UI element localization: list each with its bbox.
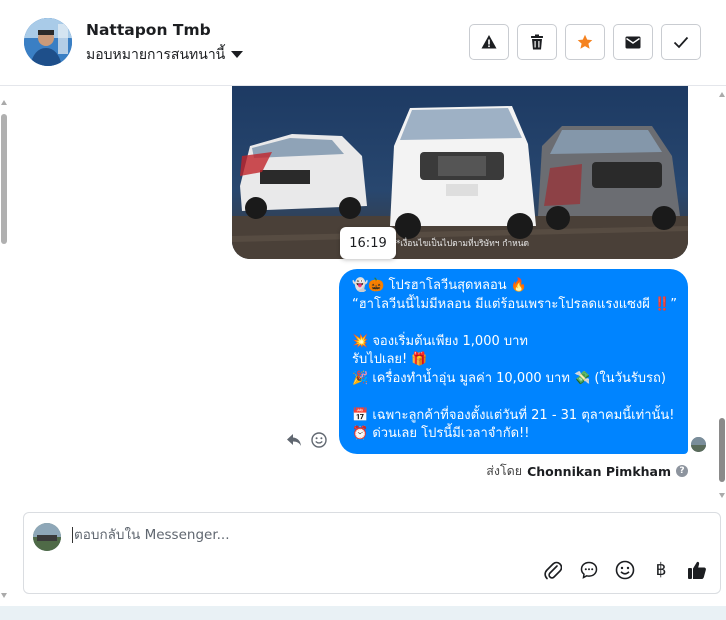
bottom-status-strip: [0, 606, 726, 620]
message-line: 💥 จองเริ่มต้นเพียง 1,000 บาท: [352, 333, 528, 349]
composer-tools: ฿: [542, 559, 708, 581]
sent-by-line: ส่งโดย Chonnikan Pimkham ?: [486, 461, 688, 481]
scrollbar-thumb[interactable]: [1, 114, 7, 244]
page-avatar: [33, 523, 61, 551]
contact-avatar[interactable]: [24, 18, 72, 66]
message-line: 📅 เฉพาะลูกค้าที่จองตั้งแต่วันที่ 21 - 31…: [352, 407, 675, 423]
sent-by-prefix: ส่งโดย: [486, 463, 523, 478]
like-button[interactable]: [686, 559, 708, 581]
message-line: รับไปเลย! 🎁: [352, 352, 428, 367]
seen-avatar: [691, 437, 706, 452]
scroll-down-arrow[interactable]: [1, 593, 7, 598]
message-bubble[interactable]: 👻🎃 โปรฮาโลวีนสุดหลอน 🔥 “ฮาโลวีนนี้ไม่มีห…: [339, 269, 688, 454]
reaction-smiley-icon[interactable]: [311, 432, 327, 448]
payment-button[interactable]: ฿: [650, 559, 672, 581]
message-line: 👻🎃 โปรฮาโลวีนสุดหลอน 🔥: [352, 278, 528, 293]
scrollbar-thumb[interactable]: [719, 418, 725, 482]
message-line: [352, 388, 676, 407]
scroll-up-arrow[interactable]: [1, 100, 7, 105]
smiley-icon: [615, 560, 635, 580]
message-line: [352, 314, 676, 333]
star-button[interactable]: [565, 24, 605, 60]
scroll-down-arrow[interactable]: [719, 493, 725, 498]
paperclip-icon: [544, 561, 562, 580]
assign-conversation-dropdown[interactable]: มอบหมายการสนทนานี้: [86, 44, 244, 66]
message-line: “ฮาโลวีนนี้ไม่มีหลอน มีแต่ร้อนเพราะโปรลด…: [352, 296, 677, 312]
trash-icon: [531, 34, 543, 50]
message-actions: [286, 432, 327, 448]
conversation-header: Nattapon Tmb มอบหมายการสนทนานี้: [0, 0, 726, 86]
left-scrollbar[interactable]: [0, 100, 8, 598]
image-caption: *เงื่อนไขเป็นไปตามที่บริษัทฯ กำหนด: [396, 239, 530, 249]
mark-done-button[interactable]: [661, 24, 701, 60]
message-line: ⏰ ด่วนเลย โปรนี้มีเวลาจำกัด!!: [352, 426, 530, 441]
envelope-icon: [625, 36, 641, 48]
mark-spam-button[interactable]: [469, 24, 509, 60]
scroll-up-arrow[interactable]: [719, 92, 725, 97]
sender-name: Chonnikan Pimkham: [527, 463, 671, 479]
check-icon: [673, 36, 689, 48]
thumbs-up-icon: [688, 561, 706, 579]
message-line: 🎉 เครื่องทำน้ำอุ่น มูลค่า 10,000 บาท 💸 (…: [352, 370, 666, 386]
help-icon[interactable]: ?: [676, 465, 688, 477]
reply-icon[interactable]: [286, 433, 302, 447]
header-actions: [469, 24, 701, 60]
warning-icon: [481, 35, 497, 49]
star-icon: [577, 34, 593, 49]
thread-scrollbar[interactable]: [718, 92, 726, 498]
reply-composer: ฿: [23, 512, 721, 594]
contact-name: Nattapon Tmb: [86, 21, 211, 39]
mark-unread-button[interactable]: [613, 24, 653, 60]
chat-bubble-icon: [580, 561, 598, 579]
reply-input[interactable]: [72, 527, 672, 543]
attach-button[interactable]: [542, 559, 564, 581]
emoji-button[interactable]: [614, 559, 636, 581]
saved-replies-button[interactable]: [578, 559, 600, 581]
message-image[interactable]: [232, 86, 688, 259]
caret-down-icon: [231, 50, 244, 58]
assign-label: มอบหมายการสนทนานี้: [86, 47, 226, 63]
timestamp-tooltip: 16:19: [340, 227, 396, 259]
baht-icon: ฿: [655, 560, 667, 580]
delete-button[interactable]: [517, 24, 557, 60]
